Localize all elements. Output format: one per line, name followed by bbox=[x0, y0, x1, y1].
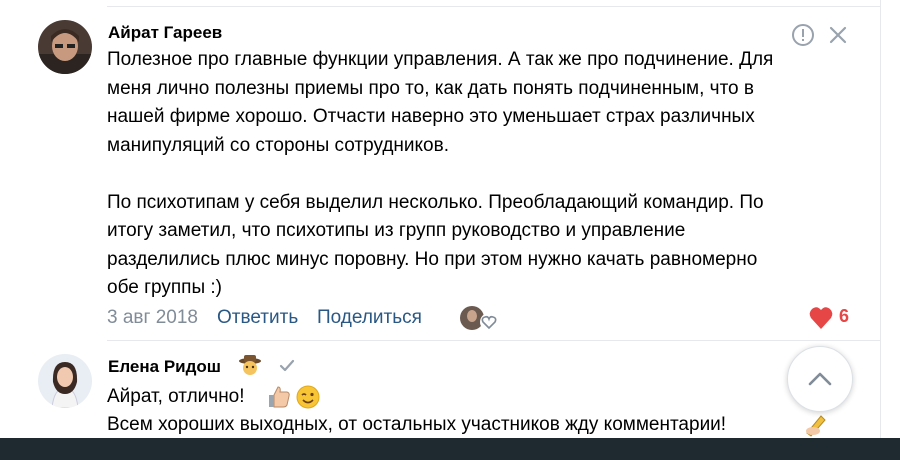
avatar[interactable] bbox=[38, 20, 92, 74]
bottom-bar bbox=[0, 438, 900, 460]
writing-hand-emoji bbox=[806, 415, 826, 437]
thumbs-up-emoji bbox=[269, 386, 290, 408]
top-divider bbox=[107, 6, 880, 7]
share-button[interactable]: Поделиться bbox=[317, 307, 422, 329]
reply-button[interactable]: Ответить bbox=[217, 307, 298, 329]
like-count[interactable]: 6 bbox=[839, 306, 849, 327]
comment-text-line: Всем хороших выходных, от остальных учас… bbox=[107, 414, 727, 435]
comment-author[interactable]: Айрат Гареев bbox=[108, 23, 222, 43]
chevron-up-icon bbox=[808, 372, 832, 386]
liked-by-avatars[interactable] bbox=[458, 303, 500, 333]
comment-text-line: Айрат, отлично! bbox=[107, 386, 245, 407]
comment-author[interactable]: Елена Ридош bbox=[108, 357, 221, 377]
avatar[interactable] bbox=[38, 354, 92, 408]
comment-divider bbox=[107, 340, 880, 341]
verified-icon bbox=[279, 359, 295, 372]
comment-date[interactable]: 3 авг 2018 bbox=[107, 307, 198, 329]
scroll-to-top-button[interactable] bbox=[787, 346, 853, 412]
panel-edge bbox=[880, 0, 881, 440]
report-icon[interactable] bbox=[791, 23, 815, 47]
close-icon[interactable] bbox=[827, 24, 849, 46]
detective-emoji bbox=[239, 355, 261, 375]
heart-icon[interactable] bbox=[808, 304, 858, 332]
comment-text: Полезное про главные функции управления.… bbox=[107, 49, 774, 298]
wink-emoji bbox=[296, 385, 320, 409]
